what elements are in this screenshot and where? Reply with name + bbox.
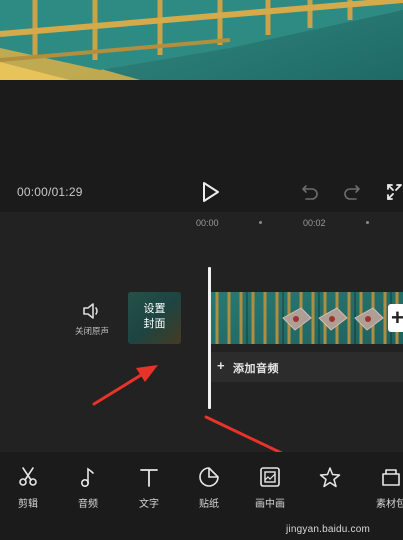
tool-label: 音频 xyxy=(78,499,98,510)
tool-label: 贴纸 xyxy=(199,499,219,510)
tool-sticker[interactable]: 贴纸 xyxy=(186,466,232,516)
tool-label: 文字 xyxy=(139,499,159,510)
scissors-icon xyxy=(19,467,37,486)
music-note-icon xyxy=(81,467,94,488)
tool-picture-in-picture[interactable]: 画中画 xyxy=(247,466,293,516)
text-icon xyxy=(140,469,158,487)
tool-label: 素材包 xyxy=(376,499,403,510)
tool-material-pack[interactable]: 素材包 xyxy=(368,466,403,516)
tool-effects[interactable]: 特效 xyxy=(307,466,353,516)
annotation-arrowhead xyxy=(136,365,158,382)
effects-star-icon xyxy=(319,467,341,488)
tool-cut[interactable]: 剪辑 xyxy=(5,466,51,516)
annotation-arrow xyxy=(92,370,148,406)
material-pack-icon xyxy=(382,469,400,486)
sticker-icon xyxy=(199,467,219,487)
picture-in-picture-icon xyxy=(260,467,280,487)
tool-text[interactable]: 文字 xyxy=(126,466,172,516)
watermark: jingyan.baidu.com xyxy=(286,524,371,535)
tool-audio[interactable]: 音频 xyxy=(65,466,111,516)
tool-label: 剪辑 xyxy=(18,499,38,510)
tool-label: 画中画 xyxy=(255,499,285,510)
